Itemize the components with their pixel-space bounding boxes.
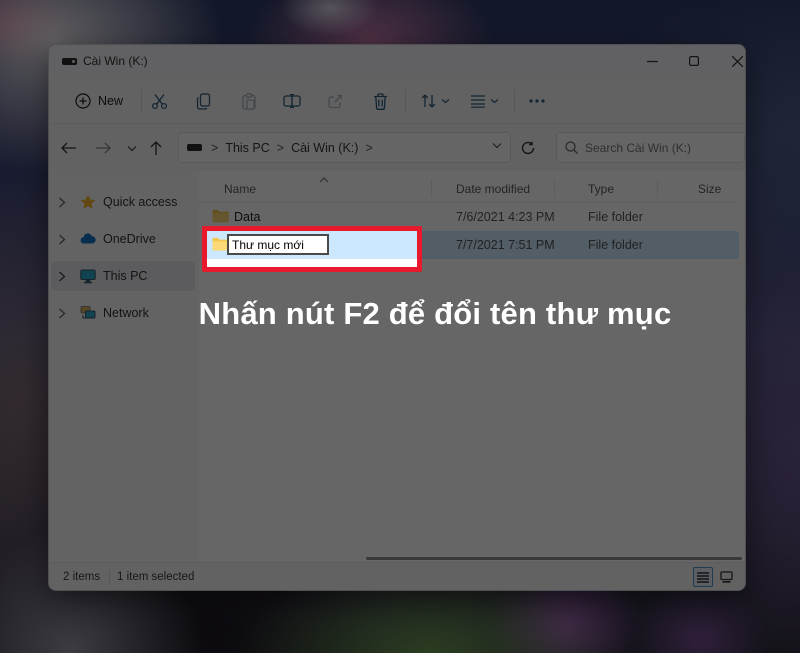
drive-icon xyxy=(62,58,77,65)
column-header-name[interactable]: Name xyxy=(224,182,256,196)
file-date-modified: 7/7/2021 7:51 PM xyxy=(456,238,555,252)
forward-button[interactable] xyxy=(90,136,116,160)
file-date-modified: 7/6/2021 4:23 PM xyxy=(456,210,555,224)
paste-icon xyxy=(241,93,257,110)
cut-icon xyxy=(151,93,168,110)
details-view-icon xyxy=(697,572,709,583)
sidebar-item-label: Network xyxy=(103,306,149,320)
new-button-label: New xyxy=(98,94,123,108)
chevron-right-icon xyxy=(58,197,66,208)
paste-button[interactable] xyxy=(234,87,264,115)
minimize-button[interactable] xyxy=(635,45,669,77)
sort-icon xyxy=(420,93,437,109)
breadcrumb-separator: > xyxy=(277,141,284,155)
window-title: Cài Win (K:) xyxy=(83,54,148,68)
rename-button[interactable] xyxy=(277,87,307,115)
back-button[interactable] xyxy=(56,136,82,160)
sidebar-item-label: OneDrive xyxy=(103,232,156,246)
monitor-icon xyxy=(80,268,96,284)
status-bar: 2 items 1 item selected xyxy=(49,562,745,590)
view-button[interactable] xyxy=(460,87,508,115)
sidebar-item-label: This PC xyxy=(103,269,147,283)
large-icons-view-icon xyxy=(720,571,733,583)
chevron-down-icon xyxy=(492,142,502,149)
chevron-down-icon xyxy=(127,145,137,152)
file-type: File folder xyxy=(588,210,643,224)
rename-icon xyxy=(283,94,301,108)
highlight-red-box xyxy=(202,226,422,272)
network-icon xyxy=(80,305,96,321)
chevron-right-icon xyxy=(58,271,66,282)
items-count: 2 items xyxy=(63,571,100,583)
delete-icon xyxy=(373,93,388,110)
toolbar-divider xyxy=(514,90,515,112)
copy-button[interactable] xyxy=(189,87,219,115)
details-view-button[interactable] xyxy=(693,567,713,587)
command-toolbar: New xyxy=(49,77,745,124)
plus-icon xyxy=(75,93,91,109)
file-type: File folder xyxy=(588,238,643,252)
arrow-right-icon xyxy=(95,142,111,154)
share-button[interactable] xyxy=(320,87,350,115)
cloud-icon xyxy=(80,231,96,247)
sidebar-item-label: Quick access xyxy=(103,195,177,209)
refresh-icon xyxy=(521,141,535,155)
list-header-row: Name Date modified Type Size xyxy=(199,177,739,203)
new-button[interactable]: New xyxy=(63,87,135,115)
folder-icon xyxy=(212,209,229,223)
cut-button[interactable] xyxy=(144,87,174,115)
drive-icon xyxy=(187,144,202,151)
more-button[interactable] xyxy=(522,87,552,115)
tutorial-caption: Nhấn nút F2 để đổi tên thư mục xyxy=(150,296,720,332)
toolbar-divider xyxy=(405,90,406,112)
toolbar-divider xyxy=(141,90,142,112)
sort-button[interactable] xyxy=(411,87,459,115)
status-divider xyxy=(109,570,110,583)
selection-count: 1 item selected xyxy=(117,571,194,583)
column-header-date-modified[interactable]: Date modified xyxy=(456,182,530,196)
maximize-button[interactable] xyxy=(677,45,711,77)
horizontal-scrollbar[interactable] xyxy=(366,557,742,560)
share-icon xyxy=(327,93,344,109)
column-divider[interactable] xyxy=(431,180,432,198)
sidebar-item-quick-access[interactable]: Quick access xyxy=(51,187,195,217)
arrow-up-icon xyxy=(150,141,162,156)
column-header-size[interactable]: Size xyxy=(698,182,721,196)
breadcrumb-item-drive[interactable]: Cài Win (K:) xyxy=(291,141,358,155)
more-icon xyxy=(529,99,545,103)
arrow-left-icon xyxy=(61,142,77,154)
delete-button[interactable] xyxy=(365,87,395,115)
breadcrumb-separator: > xyxy=(365,141,372,155)
large-icons-view-button[interactable] xyxy=(716,567,736,587)
address-dropdown-button[interactable] xyxy=(492,142,502,149)
navigation-pane: Quick access OneDrive This PC Network xyxy=(49,171,199,562)
search-icon xyxy=(565,141,578,154)
chevron-down-icon xyxy=(441,98,450,104)
copy-icon xyxy=(196,93,212,110)
search-input[interactable]: Search Cài Win (K:) xyxy=(556,132,745,163)
view-icon xyxy=(470,94,486,108)
address-row: > This PC > Cài Win (K:) > Search Cài Wi… xyxy=(49,124,745,171)
breadcrumb[interactable]: > This PC > Cài Win (K:) > xyxy=(178,132,511,163)
sidebar-item-onedrive[interactable]: OneDrive xyxy=(51,224,195,254)
up-button[interactable] xyxy=(143,136,169,160)
breadcrumb-item-this-pc[interactable]: This PC xyxy=(225,141,269,155)
chevron-right-icon xyxy=(58,308,66,319)
column-divider[interactable] xyxy=(554,180,555,198)
star-icon xyxy=(80,194,96,210)
chevron-down-icon xyxy=(490,98,499,104)
recent-locations-button[interactable] xyxy=(119,136,145,160)
title-bar: Cài Win (K:) xyxy=(49,45,745,77)
column-divider[interactable] xyxy=(657,180,658,198)
column-header-type[interactable]: Type xyxy=(588,182,614,196)
file-name: Data xyxy=(234,210,260,224)
breadcrumb-separator: > xyxy=(211,141,218,155)
refresh-button[interactable] xyxy=(515,135,541,161)
desktop-wallpaper: Cài Win (K:) New xyxy=(0,0,800,653)
sort-ascending-icon xyxy=(319,177,329,183)
close-button[interactable] xyxy=(720,45,746,77)
search-placeholder: Search Cài Win (K:) xyxy=(585,141,691,155)
sidebar-item-this-pc[interactable]: This PC xyxy=(51,261,195,291)
chevron-right-icon xyxy=(58,234,66,245)
